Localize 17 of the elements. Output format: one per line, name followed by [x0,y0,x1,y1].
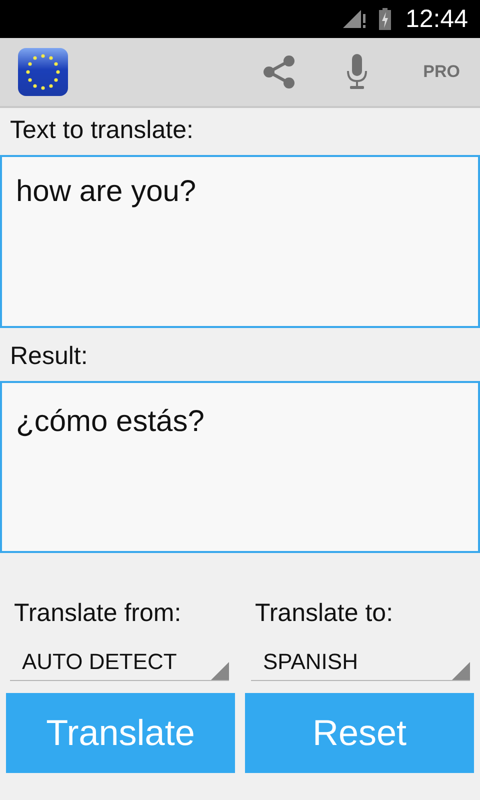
input-field[interactable]: how are you? [0,155,480,328]
flag-stars-icon[interactable] [18,48,68,96]
pro-button[interactable]: PRO [417,58,466,86]
input-label: Text to translate: [10,116,194,145]
dropdown-corner-icon [211,662,229,680]
dropdown-corner-icon [452,662,470,680]
battery-icon [379,8,392,30]
share-icon[interactable] [261,54,298,90]
language-dropdown[interactable]: AUTO DETECT [10,644,229,681]
result-box: ¿cómo estás? [0,381,480,553]
signal-icon [343,9,368,29]
clock-time: 12:44 [405,4,468,34]
microphone-icon[interactable] [345,54,370,90]
language-label: Translate from: [14,599,182,628]
language-label: Translate to: [255,599,394,628]
result-label: Result: [10,342,88,371]
language-dropdown[interactable]: SPANISH [251,644,470,681]
